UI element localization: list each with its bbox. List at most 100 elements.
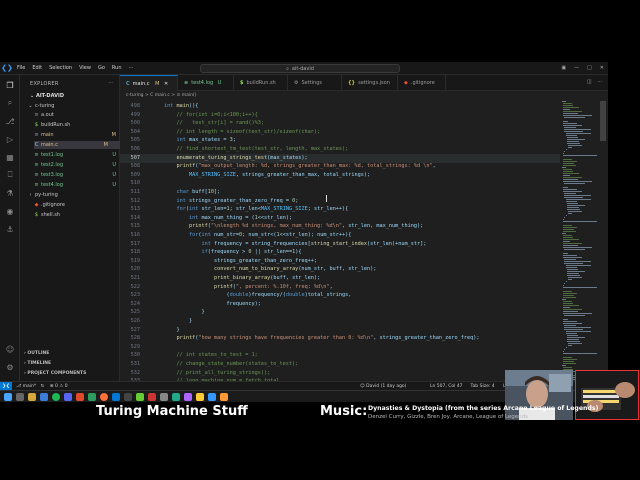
- section-project-components[interactable]: › PROJECT COMPONENTS: [24, 371, 86, 376]
- menu-file[interactable]: File: [17, 65, 25, 71]
- close-icon[interactable]: ✕: [600, 65, 604, 71]
- extensions-icon[interactable]: ▦: [4, 151, 16, 163]
- section-outline[interactable]: › OUTLINE: [24, 351, 49, 356]
- search-view-icon[interactable]: ⌕: [4, 97, 16, 109]
- tab-gitignore[interactable]: ◆ .gitignore: [398, 75, 446, 91]
- more-actions-icon[interactable]: ···: [108, 80, 113, 86]
- code-line[interactable]: int max_states = 3;: [164, 137, 236, 143]
- code-line[interactable]: }: [164, 318, 192, 324]
- terminal-icon[interactable]: [124, 393, 132, 401]
- app-icon[interactable]: [196, 393, 204, 401]
- code-line[interactable]: // int length = sizeof(test_str)/sizeof(…: [164, 129, 320, 135]
- tab-settings-json[interactable]: {} settings.json: [342, 75, 398, 91]
- layout-icon[interactable]: ▣: [561, 65, 566, 71]
- file-main-c[interactable]: Cmain.c M: [34, 141, 120, 149]
- code-line[interactable]: // int states_to_test = 1;: [164, 352, 257, 358]
- editor-scrollbar[interactable]: [600, 101, 606, 141]
- command-center-search[interactable]: ⌕ ait-david: [200, 64, 400, 73]
- cursor-position[interactable]: Ln 507, Col 47: [430, 382, 463, 390]
- menu-go[interactable]: Go: [98, 65, 105, 71]
- file-test2-log[interactable]: ≡ test2.log U: [34, 161, 124, 169]
- menu-run[interactable]: Run: [112, 65, 122, 71]
- code-line[interactable]: }: [164, 327, 179, 333]
- file-gitignore[interactable]: ◆ .gitignore: [34, 201, 124, 209]
- split-editor-icon[interactable]: ◫: [587, 79, 592, 85]
- tab-buildrun-sh[interactable]: $ buildRun.sh: [234, 75, 288, 91]
- app-icon[interactable]: [88, 393, 96, 401]
- account-icon[interactable]: ☺: [4, 343, 16, 355]
- obs-icon[interactable]: [148, 393, 156, 401]
- code-line[interactable]: // change_state_number(states_to_test);: [164, 361, 298, 367]
- minimap[interactable]: [562, 101, 606, 381]
- code-line[interactable]: int strings_greater_than_zero_freq = 0;: [164, 198, 299, 204]
- menu-view[interactable]: View: [79, 65, 91, 71]
- explorer-icon[interactable]: ❐: [4, 79, 16, 91]
- code-line[interactable]: for(int str_len=1; str_len<MAX_STRING_SI…: [164, 206, 349, 212]
- maximize-icon[interactable]: □: [587, 65, 592, 71]
- code-line[interactable]: printf(", percent: %.10f, freq: %d\n",: [164, 284, 333, 290]
- code-line[interactable]: printf("max_output_length: %d, strings_g…: [164, 163, 436, 169]
- section-timeline[interactable]: › TIMELINE: [24, 361, 51, 366]
- tab-settings[interactable]: ⚙ Settings: [288, 75, 342, 91]
- remote-indicator-icon[interactable]: ❯❮: [0, 382, 12, 390]
- code-line[interactable]: }: [164, 309, 204, 315]
- app-icon[interactable]: [76, 393, 84, 401]
- file-shell-sh[interactable]: $ shell.sh: [34, 211, 124, 219]
- file-test1-log[interactable]: ≡ test1.log U: [34, 151, 124, 159]
- code-line[interactable]: strings_greater_than_zero_freq++;: [164, 258, 317, 264]
- source-control-icon[interactable]: ⎇: [4, 115, 16, 127]
- code-line[interactable]: enumerate_turing_strings_test(max_states…: [164, 155, 308, 161]
- start-icon[interactable]: [4, 393, 12, 401]
- code-line[interactable]: if(frequency > 0 || str_len==1){: [164, 249, 301, 255]
- app-icon[interactable]: [172, 393, 180, 401]
- menu-selection[interactable]: Selection: [49, 65, 72, 71]
- app-icon[interactable]: [184, 393, 192, 401]
- minimize-icon[interactable]: —: [574, 65, 579, 71]
- file-main[interactable]: ≡ main M: [34, 131, 124, 139]
- git-blame[interactable]: ☺ David (1 day ago): [360, 382, 406, 390]
- code-line[interactable]: // for(int i=0;i<100;i++){: [164, 112, 257, 118]
- tab-test4-log[interactable]: ≡ test4.log U: [178, 75, 234, 91]
- code-line[interactable]: int max_num_thing = (1<<str_len);: [164, 215, 292, 221]
- app-icon[interactable]: [220, 393, 228, 401]
- branch-name[interactable]: main*: [23, 384, 37, 389]
- menu-edit[interactable]: Edit: [32, 65, 42, 71]
- code-line[interactable]: MAX_STRING_SIZE, strings_greater_than_ma…: [164, 172, 370, 178]
- more-actions-icon[interactable]: ···: [597, 79, 602, 85]
- problems-count[interactable]: ⊗ 0 ⚠ 0: [50, 384, 68, 389]
- github-icon[interactable]: ◉: [4, 205, 16, 217]
- file-test3-log[interactable]: ≡ test3.log U: [34, 171, 124, 179]
- settings-gear-icon[interactable]: ⚙: [4, 361, 16, 373]
- folder-c-turing[interactable]: ⌄ c-turing: [28, 102, 118, 110]
- code-line[interactable]: // print_all_turing_strings();: [164, 370, 270, 376]
- code-line[interactable]: printf("how many strings have frequencie…: [164, 335, 480, 341]
- tab-main-c[interactable]: Cmain.c M ✕: [120, 75, 178, 91]
- menu-more[interactable]: ···: [129, 65, 134, 71]
- app-icon[interactable]: [208, 393, 216, 401]
- code-line[interactable]: convert_num_to_binary_array(num_str, buf…: [164, 266, 376, 272]
- code-line[interactable]: print_binary_array(buff, str_len);: [164, 275, 320, 281]
- taskbar-search-icon[interactable]: [16, 393, 24, 401]
- docker-icon[interactable]: ⚓: [4, 223, 16, 235]
- discord-icon[interactable]: [64, 393, 72, 401]
- tab-size[interactable]: Tab Size: 4: [471, 382, 495, 390]
- code-line[interactable]: int main(){: [164, 103, 198, 109]
- app-icon[interactable]: [136, 393, 144, 401]
- workspace-root[interactable]: ⌄ AIT-DAVID: [30, 93, 64, 99]
- vscode-taskbar-icon[interactable]: [112, 393, 120, 401]
- code-line[interactable]: // test_str[i] = rand()%3;: [164, 120, 263, 126]
- file-explorer-icon[interactable]: [28, 393, 36, 401]
- code-line[interactable]: int frequency = string_frequencies[strin…: [164, 241, 426, 247]
- code-line[interactable]: frequency);: [164, 301, 260, 307]
- file-buildrun-sh[interactable]: $ buildRun.sh: [34, 121, 124, 129]
- code-line[interactable]: printf("\nlength %d strings, max_num_thi…: [164, 223, 423, 229]
- file-test4-log[interactable]: ≡ test4.log U: [34, 181, 124, 189]
- code-line[interactable]: for(int num_str=0; num_str<(1<<str_len);…: [164, 232, 351, 238]
- file-a-out[interactable]: ≡ a.out: [34, 111, 124, 119]
- sync-icon[interactable]: ↻: [41, 384, 45, 389]
- code-line[interactable]: // find_shortest_tm_test(test_str, lengt…: [164, 146, 348, 152]
- code-editor[interactable]: 498 int main(){499 // for(int i=0;i<100;i…: [120, 101, 560, 381]
- spotify-icon[interactable]: [52, 393, 60, 401]
- run-debug-icon[interactable]: ▷: [4, 133, 16, 145]
- app-icon[interactable]: [160, 393, 168, 401]
